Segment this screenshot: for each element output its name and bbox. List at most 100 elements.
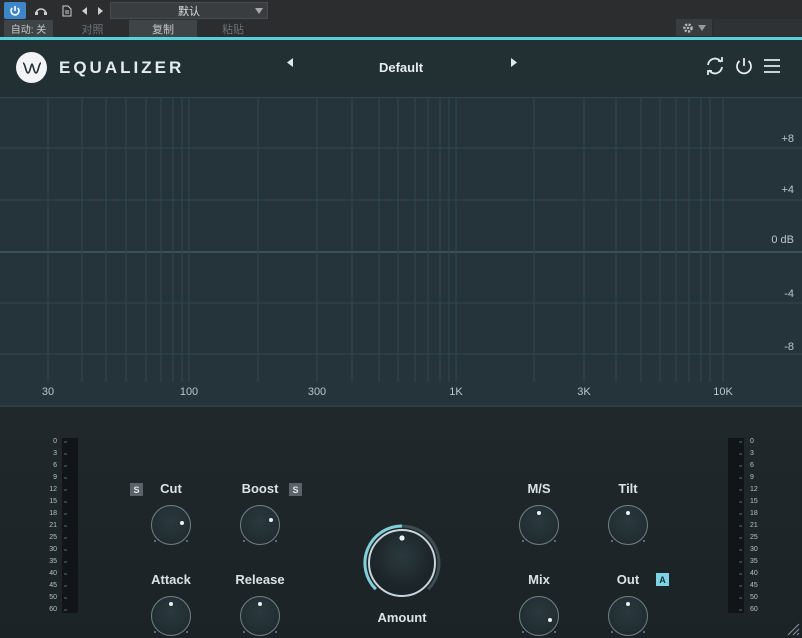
- meter-scale-label: 40: [750, 570, 758, 577]
- knob-indicator: [180, 520, 185, 525]
- tilt-knob[interactable]: [608, 505, 648, 545]
- paste-button[interactable]: 粘贴: [198, 20, 268, 37]
- cut-solo-button[interactable]: S: [130, 483, 143, 496]
- host-toolbar: 自动: 关 默认 对照 复制 粘贴: [0, 0, 802, 37]
- headphone-button[interactable]: [30, 2, 52, 19]
- waves-logo-icon: [16, 52, 47, 83]
- amount-knob[interactable]: [357, 518, 447, 608]
- input-meter: [62, 438, 78, 613]
- meter-scale-label: 15: [750, 498, 758, 505]
- knob-range-tick: [521, 630, 524, 633]
- meter-scale-label: 60: [750, 606, 758, 613]
- db-label-minus4: -4: [784, 288, 794, 300]
- meter-scale-label: 3: [53, 450, 57, 457]
- freq-label-1k: 1K: [449, 386, 463, 398]
- knob-range-tick: [153, 630, 156, 633]
- bypass-button[interactable]: [733, 55, 755, 77]
- meter-scale-label: 6: [750, 462, 754, 469]
- preset-file-button[interactable]: [57, 2, 77, 19]
- meter-scale-label: 35: [750, 558, 758, 565]
- meter-scale-label: 12: [49, 486, 57, 493]
- tilt-label: Tilt: [618, 481, 638, 496]
- settings-button[interactable]: [676, 19, 712, 36]
- meter-scale-label: 25: [750, 534, 758, 541]
- out-auto-button[interactable]: A: [656, 573, 669, 586]
- arrow-right-icon: [511, 58, 517, 67]
- meter-scale-label: 45: [49, 582, 57, 589]
- power-icon: [736, 58, 752, 75]
- copy-button[interactable]: 复制: [129, 20, 197, 37]
- prev-preset-arrow[interactable]: [287, 58, 293, 70]
- freq-label-10k: 10K: [713, 386, 733, 398]
- mix-label: Mix: [528, 572, 550, 587]
- knob-range-tick: [274, 539, 277, 542]
- resize-grip-icon[interactable]: [784, 620, 800, 636]
- boost-knob[interactable]: [240, 505, 280, 545]
- chevron-down-icon: [255, 8, 263, 14]
- knob-indicator: [168, 601, 173, 606]
- meter-scale-label: 40: [49, 570, 57, 577]
- preset-select[interactable]: 默认: [110, 2, 268, 19]
- cut-knob[interactable]: [151, 505, 191, 545]
- knob-range-tick: [274, 630, 277, 633]
- mix-knob[interactable]: [519, 596, 559, 636]
- menu-button[interactable]: [761, 55, 783, 77]
- power-button[interactable]: [4, 2, 26, 19]
- meter-scale-label: 50: [49, 594, 57, 601]
- arrow-right-icon: [98, 6, 103, 15]
- out-label: Out: [616, 572, 640, 587]
- document-icon: [62, 5, 72, 16]
- freq-label-100: 100: [179, 386, 199, 398]
- knob-range-tick: [242, 539, 245, 542]
- knob-range-tick: [242, 630, 245, 633]
- compare-button[interactable]: 对照: [57, 20, 128, 37]
- headphone-icon: [35, 7, 47, 15]
- meter-scale-label: 30: [49, 546, 57, 553]
- meter-scale-label: 35: [49, 558, 57, 565]
- knob-indicator: [625, 510, 630, 515]
- meter-scale-label: 15: [49, 498, 57, 505]
- meter-scale-label: 18: [750, 510, 758, 517]
- meter-scale-label: 25: [49, 534, 57, 541]
- knob-indicator: [547, 618, 552, 623]
- meter-scale-label: 9: [53, 474, 57, 481]
- meter-scale-label: 21: [49, 522, 57, 529]
- knob-range-tick: [153, 539, 156, 542]
- eq-grid: [0, 97, 802, 407]
- out-knob[interactable]: [608, 596, 648, 636]
- boost-label: Boost: [241, 481, 279, 496]
- preset-name[interactable]: Default: [340, 60, 462, 75]
- prev-preset-button[interactable]: [79, 2, 91, 19]
- attack-knob[interactable]: [151, 596, 191, 636]
- plugin-window: EQUALIZER Default +8 +4 0 dB -4 -8 30 10…: [0, 40, 802, 638]
- amount-label: Amount: [377, 610, 427, 625]
- knob-range-tick: [521, 539, 524, 542]
- knob-indicator: [268, 517, 273, 522]
- meter-scale-label: 60: [49, 606, 57, 613]
- knob-range-tick: [185, 630, 188, 633]
- output-meter: [728, 438, 744, 613]
- meter-scale-label: 18: [49, 510, 57, 517]
- ab-compare-button[interactable]: [704, 55, 726, 77]
- auto-off-button[interactable]: 自动: 关: [4, 20, 53, 37]
- attack-label: Attack: [151, 572, 191, 587]
- host-text-field[interactable]: [714, 19, 802, 36]
- release-label: Release: [235, 572, 285, 587]
- db-label-plus4: +4: [781, 184, 794, 196]
- meter-scale-label: 9: [750, 474, 754, 481]
- freq-label-300: 300: [307, 386, 327, 398]
- ms-label: M/S: [527, 481, 551, 496]
- knob-indicator: [257, 601, 262, 606]
- plugin-title: EQUALIZER: [59, 58, 185, 77]
- boost-solo-button[interactable]: S: [289, 483, 302, 496]
- power-icon: [10, 5, 20, 16]
- next-preset-arrow[interactable]: [511, 58, 517, 70]
- ms-knob[interactable]: [519, 505, 559, 545]
- menu-icon: [764, 59, 780, 73]
- next-preset-button[interactable]: [94, 2, 106, 19]
- eq-graph[interactable]: +8 +4 0 dB -4 -8 30 100 300 1K 3K 10K: [0, 97, 802, 407]
- meter-scale-label: 3: [750, 450, 754, 457]
- release-knob[interactable]: [240, 596, 280, 636]
- knob-range-tick: [553, 539, 556, 542]
- knob-range-tick: [642, 630, 645, 633]
